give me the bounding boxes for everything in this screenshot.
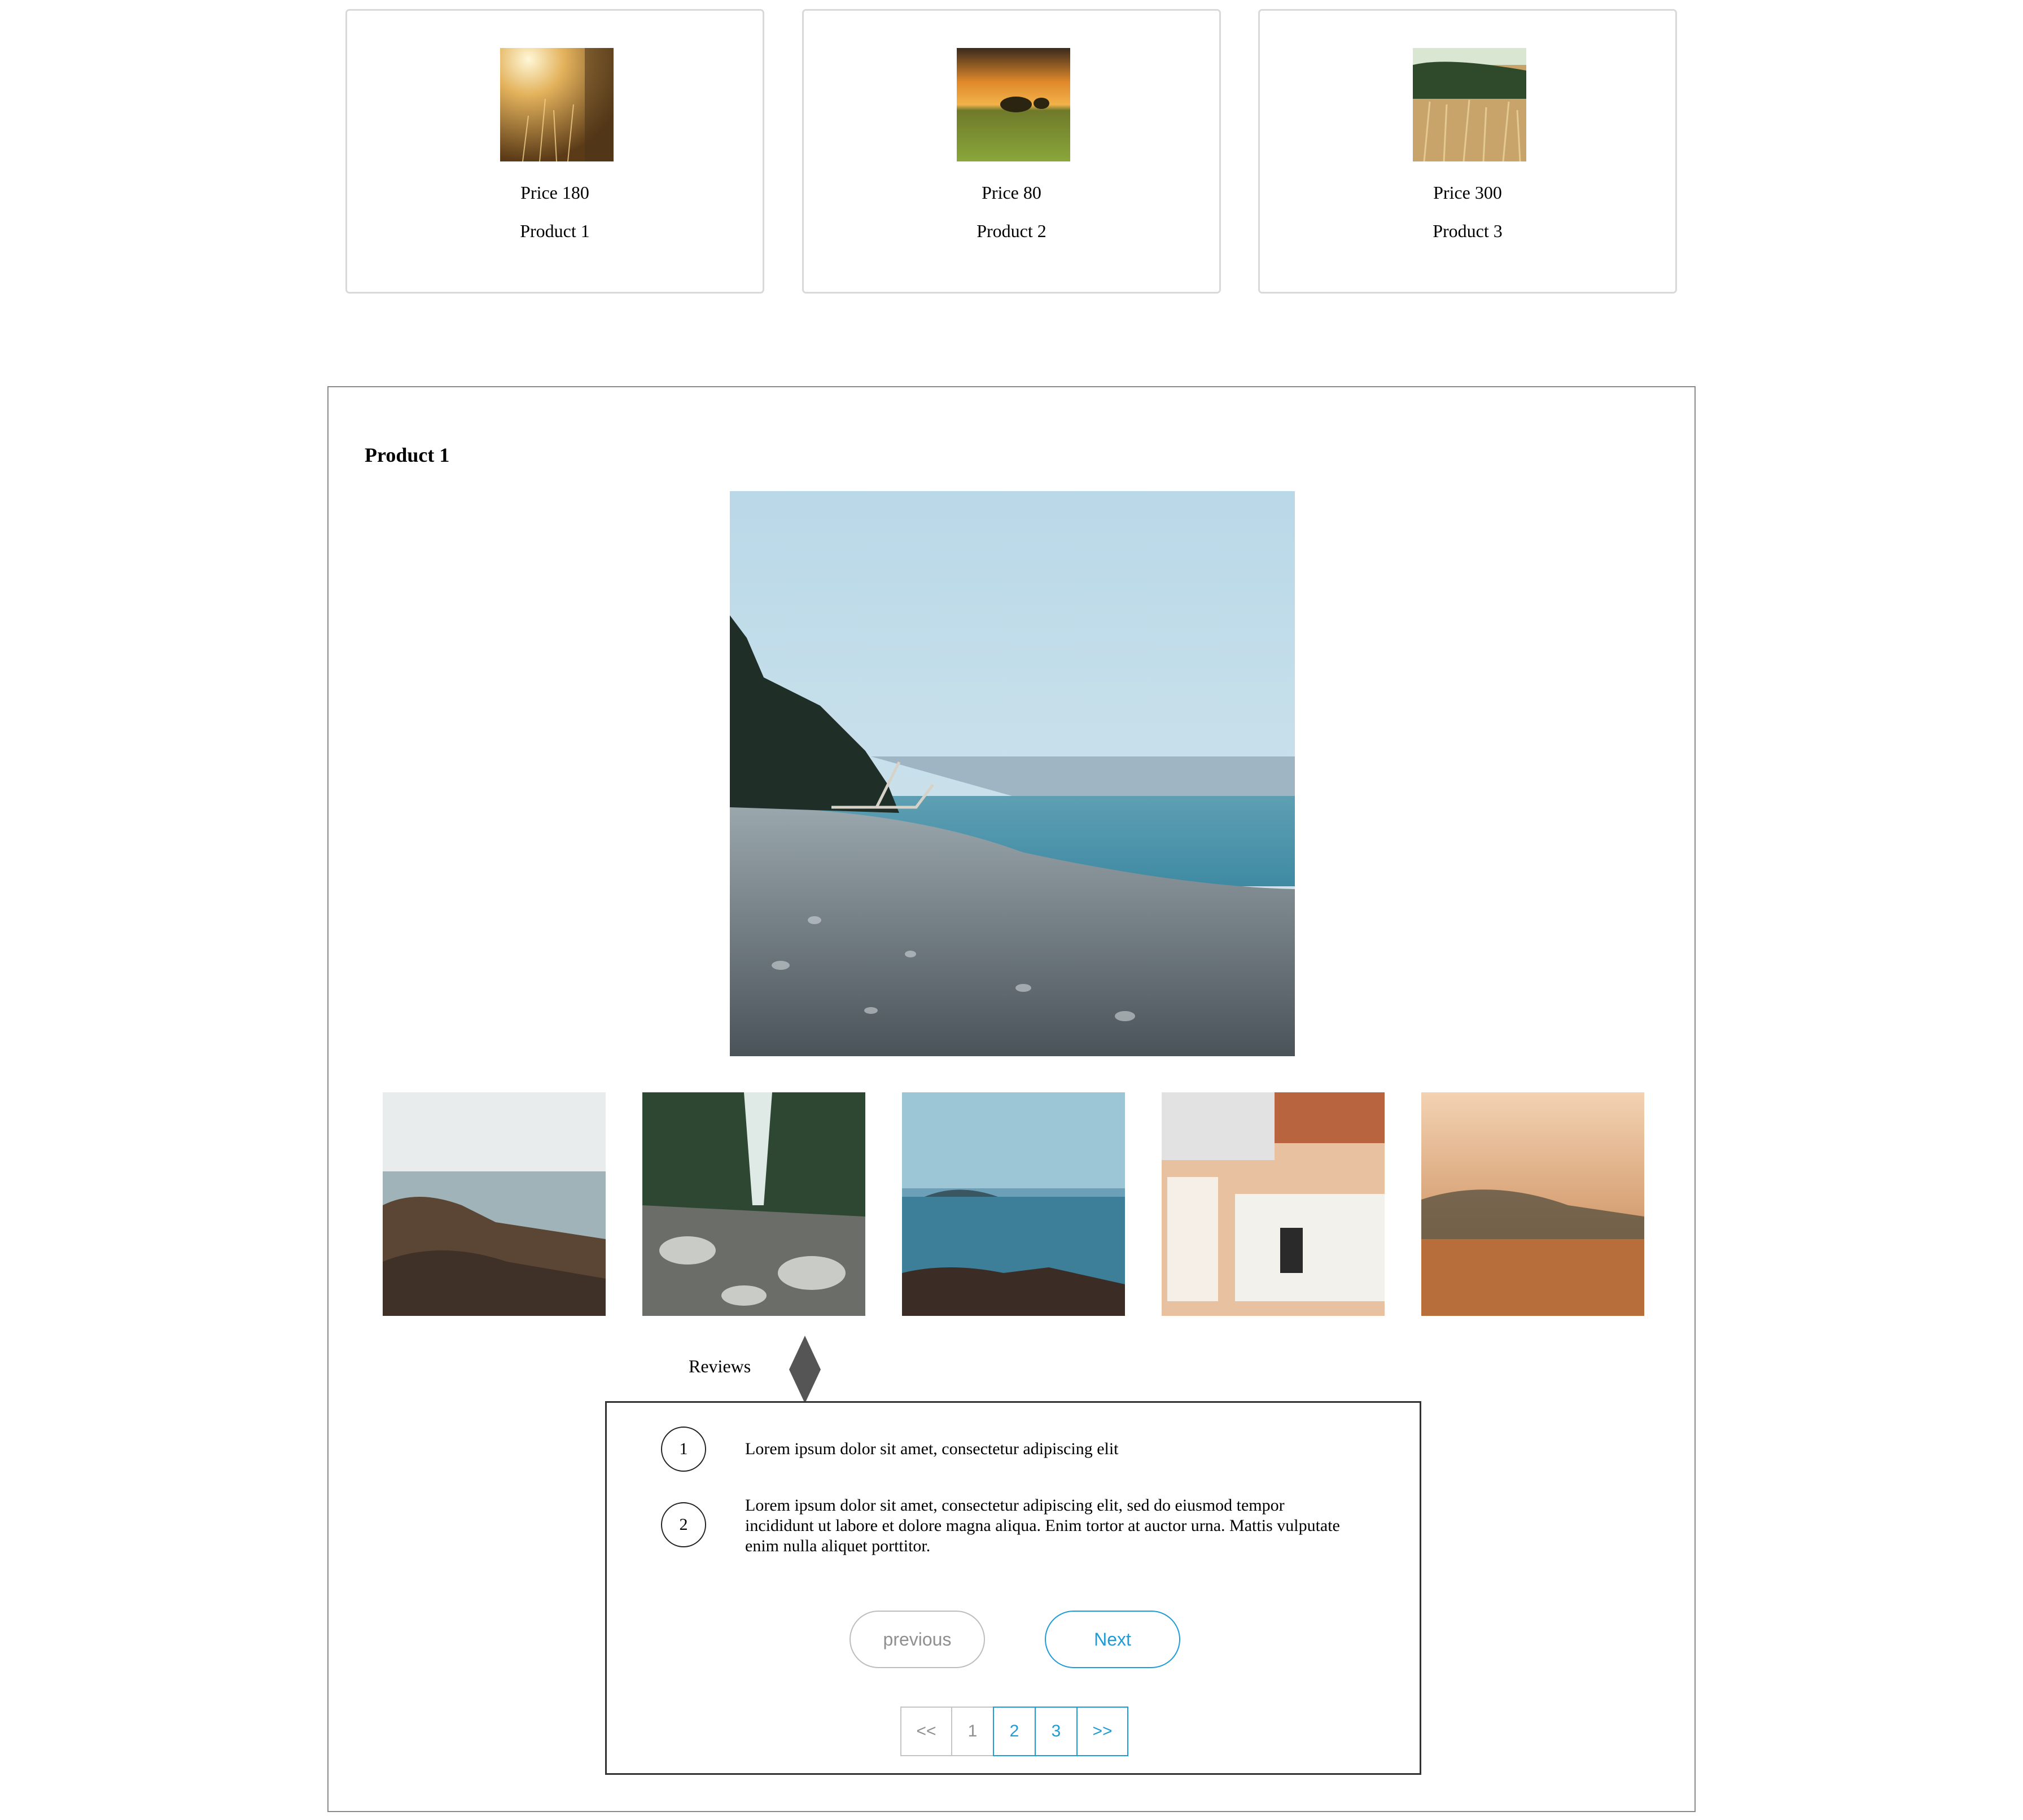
product-card-3[interactable]: Price 300 Product 3 <box>1258 9 1677 294</box>
pagination-page-3[interactable]: 3 <box>1035 1707 1078 1756</box>
pagination-first[interactable]: << <box>900 1707 952 1756</box>
gallery-thumbnail-2[interactable] <box>642 1092 865 1316</box>
review-text: Lorem ipsum dolor sit amet, consectetur … <box>745 1440 1119 1458</box>
product-detail-panel: Product 1 Reviews 1 Lorem ipsum dolor si… <box>327 386 1696 1812</box>
product-price: Price 300 <box>1433 182 1502 203</box>
product-name[interactable]: Product 1 <box>347 221 763 241</box>
reviews-panel: 1 Lorem ipsum dolor sit amet, consectetu… <box>605 1401 1421 1775</box>
product-thumbnail[interactable] <box>957 48 1070 161</box>
gallery-thumbnail-1[interactable] <box>383 1092 606 1316</box>
product-price: Price 80 <box>982 182 1041 203</box>
detail-title: Product 1 <box>365 444 450 466</box>
caret-down-icon[interactable] <box>788 1336 822 1403</box>
product-card-2[interactable]: Price 80 Product 2 <box>802 9 1221 294</box>
reviews-label[interactable]: Reviews <box>689 1356 751 1376</box>
review-text: Lorem ipsum dolor sit amet, consectetur … <box>745 1496 1340 1555</box>
pagination-page-1[interactable]: 1 <box>951 1707 994 1756</box>
pagination-last[interactable]: >> <box>1076 1707 1128 1756</box>
previous-button[interactable]: previous <box>850 1611 985 1668</box>
product-card-1[interactable]: Price 180 Product 1 <box>345 9 764 294</box>
gallery-thumbnail-4[interactable] <box>1162 1092 1385 1316</box>
review-number-badge: 1 <box>661 1427 706 1472</box>
review-number-badge: 2 <box>661 1502 706 1547</box>
main-product-image <box>730 491 1295 1056</box>
product-thumbnail[interactable] <box>500 48 614 161</box>
product-name[interactable]: Product 3 <box>1260 221 1675 241</box>
next-button[interactable]: Next <box>1045 1611 1180 1668</box>
gallery-thumbnail-5[interactable] <box>1421 1092 1644 1316</box>
gallery-thumbnail-3[interactable] <box>902 1092 1125 1316</box>
product-name[interactable]: Product 2 <box>804 221 1219 241</box>
product-thumbnail[interactable] <box>1413 48 1526 161</box>
product-price: Price 180 <box>520 182 589 203</box>
pagination-page-2[interactable]: 2 <box>993 1707 1036 1756</box>
